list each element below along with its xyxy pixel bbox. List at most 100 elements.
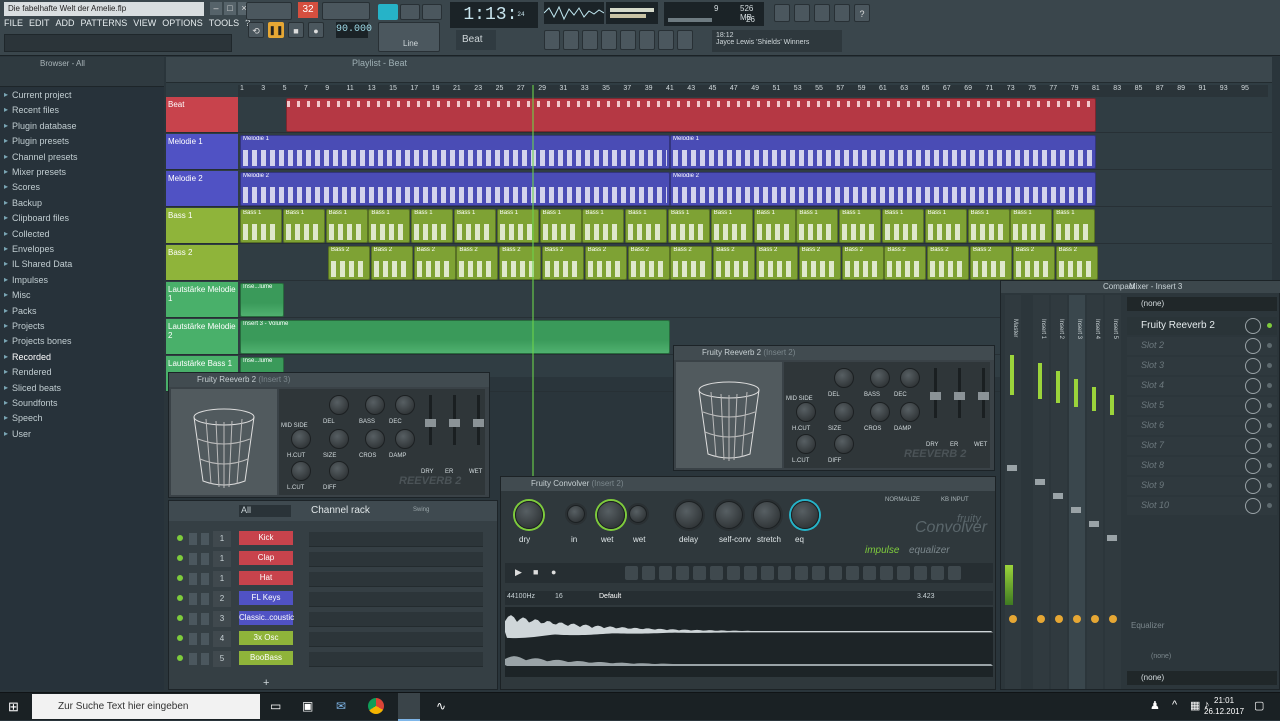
pattern-clip[interactable]: Bass 1 (454, 209, 496, 243)
pattern-clip[interactable]: Bass 2 (756, 246, 798, 280)
sidebar-item[interactable]: Sliced beats (12, 383, 61, 393)
playhead[interactable] (532, 85, 534, 510)
slot-mix-knob[interactable] (1245, 318, 1261, 334)
slot-mix-knob[interactable] (1245, 378, 1261, 394)
channel-row[interactable]: 5 BooBass (169, 651, 489, 669)
channel-volume-knob[interactable] (201, 633, 209, 645)
pattern-clip[interactable]: Bass 2 (1012, 246, 1055, 280)
edit-tool-icon[interactable] (846, 566, 859, 580)
pattern-clip[interactable]: Bass 2 (499, 246, 542, 280)
edit-tool-icon[interactable] (880, 566, 893, 580)
pattern-clip[interactable]: Bass 2 (627, 246, 670, 280)
slot-mix-knob[interactable] (1245, 478, 1261, 494)
edit-tool-icon[interactable] (948, 566, 961, 580)
sidebar-item[interactable]: Plugin presets (12, 136, 69, 146)
reverb-header[interactable]: Fruity Reeverb 2 (Insert 2) (674, 346, 994, 360)
reverb-knob[interactable] (329, 395, 349, 415)
pattern-clip[interactable]: Bass 2 (970, 246, 1012, 280)
channel-row[interactable]: 1 Kick (169, 531, 489, 549)
reverb-knob[interactable] (870, 402, 890, 422)
convolver-knob[interactable] (715, 501, 743, 529)
edit-tool-icon[interactable] (829, 566, 842, 580)
pattern-clip[interactable]: Bass 2 (328, 246, 370, 280)
slot-enable-led[interactable] (1267, 343, 1272, 348)
pattern-clip[interactable]: Bass 1 (1010, 209, 1053, 243)
slot-enable-led[interactable] (1267, 323, 1272, 328)
tab-equalizer[interactable]: equalizer (909, 545, 950, 556)
reverb-knob[interactable] (796, 402, 816, 422)
output-icon[interactable] (677, 30, 693, 50)
slot-enable-led[interactable] (1267, 403, 1272, 408)
pattern-clip[interactable]: Bass 1 (411, 209, 454, 243)
channel-mixer-number[interactable]: 3 (213, 611, 231, 627)
edit-tool-icon[interactable] (642, 566, 655, 580)
preset-name[interactable]: Default (599, 593, 621, 600)
normalize-toggle[interactable]: NORMALIZE (885, 497, 920, 503)
pattern-clip[interactable]: Bass 1 (368, 209, 411, 243)
slot-enable-led[interactable] (1267, 383, 1272, 388)
pattern-clip[interactable]: Bass 1 (1053, 209, 1096, 243)
add-channel-button[interactable]: + (263, 677, 269, 689)
step-sequence[interactable] (309, 632, 483, 647)
record-mode-badge[interactable]: 32 (298, 2, 318, 18)
channel-name-button[interactable]: FL Keys (239, 591, 293, 605)
fader-handle[interactable] (978, 392, 989, 400)
channel-row[interactable]: 4 3x Osc (169, 631, 489, 649)
taskbar-search[interactable]: Zur Suche Text hier eingeben (32, 694, 260, 719)
channel-pan-knob[interactable] (189, 613, 197, 625)
step-sequence[interactable] (309, 572, 483, 587)
pattern-clip[interactable]: Bass 2 (884, 246, 927, 280)
fader-handle[interactable] (954, 392, 965, 400)
edit-tool-icon[interactable] (676, 566, 689, 580)
menu-file[interactable]: FILE (4, 18, 23, 28)
chevron-up-icon[interactable]: ^ (1172, 699, 1177, 711)
fader-handle[interactable] (473, 419, 484, 427)
track-lane[interactable]: Melodie 2 Melodie 2 (238, 171, 1272, 207)
track-header[interactable]: Beat (166, 97, 238, 133)
channel-led[interactable] (177, 615, 183, 621)
pattern-clip[interactable]: Bass 1 (710, 209, 753, 243)
strip-fader[interactable] (1071, 507, 1081, 513)
edit-tool-icon[interactable] (795, 566, 808, 580)
pattern-clip[interactable]: Bass 1 (796, 209, 839, 243)
pattern-clip[interactable]: Melodie 2 (670, 172, 1096, 206)
channel-name-button[interactable]: BooBass (239, 651, 293, 665)
effect-slot[interactable]: Slot 7 (1127, 437, 1277, 455)
channel-name-button[interactable]: Clap (239, 551, 293, 565)
effect-slot[interactable]: Slot 8 (1127, 457, 1277, 475)
play-cursor-icon[interactable] (400, 4, 420, 20)
track-lane[interactable]: Bass 1 Bass 1 Bass 1 Bass 1 Bass 1 Bass 1 Bass… (238, 208, 1272, 244)
strip-fader[interactable] (1107, 535, 1117, 541)
chrome-icon[interactable] (368, 698, 384, 714)
effect-slot[interactable]: Slot 6 (1127, 417, 1277, 435)
pattern-clip[interactable]: Bass 2 (584, 246, 627, 280)
sidebar-item[interactable]: Envelopes (12, 244, 54, 254)
kb-input-toggle[interactable]: KB INPUT (941, 497, 969, 503)
sidebar-item[interactable]: Projects (12, 321, 45, 331)
convolver-knob[interactable] (753, 501, 781, 529)
sidebar-item[interactable]: Speech (12, 413, 43, 423)
channel-row[interactable]: 3 Classic..coustic (169, 611, 489, 629)
mail-icon[interactable]: ✉ (336, 699, 346, 713)
channel-mixer-number[interactable]: 5 (213, 651, 231, 667)
record-button[interactable]: ● (308, 22, 324, 38)
convolver-knob[interactable] (675, 501, 703, 529)
track-lane[interactable]: Bass 2 Bass 2 Bass 2 Bass 2 Bass 2 Bass 2 Bass… (238, 245, 1272, 281)
slot-mix-knob[interactable] (1245, 438, 1261, 454)
sidebar-item[interactable]: Recorded (12, 352, 51, 362)
mixer-strip[interactable]: Insert 1 (1033, 295, 1049, 689)
news-panel[interactable]: 18:12 Jayce Lewis 'Shields' Winners (712, 30, 842, 52)
slot-enable-led[interactable] (1267, 423, 1272, 428)
snap-selector[interactable]: Line (378, 22, 440, 52)
channel-volume-knob[interactable] (201, 593, 209, 605)
strip-fader[interactable] (1089, 521, 1099, 527)
track-header[interactable]: Melodie 1 (166, 134, 238, 170)
pattern-clip[interactable]: Bass 1 (967, 209, 1010, 243)
channel-led[interactable] (177, 575, 183, 581)
reverb-knob[interactable] (329, 461, 349, 481)
mixer-icon[interactable] (601, 30, 617, 50)
pattern-clip[interactable]: Bass 2 (456, 246, 499, 280)
strip-send[interactable] (1055, 615, 1063, 623)
menu-view[interactable]: VIEW (133, 18, 156, 28)
slot-mix-knob[interactable] (1245, 498, 1261, 514)
